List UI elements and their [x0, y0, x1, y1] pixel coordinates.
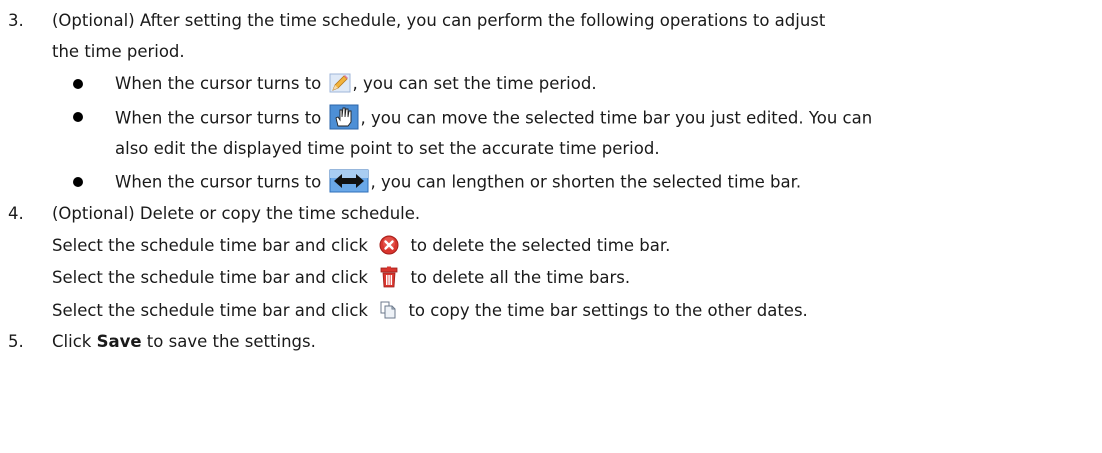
- step-text: (Optional) After setting the time schedu…: [52, 11, 826, 30]
- bullet-text: When the cursor turns to , you can lengt…: [115, 169, 802, 195]
- document-page: 3. (Optional) After setting the time sch…: [0, 0, 1102, 453]
- step-number: 5.: [8, 332, 24, 351]
- bullet-text-post: , you can set the time period.: [352, 74, 597, 93]
- bullet-dot: [73, 79, 83, 89]
- step-text: (Optional) Delete or copy the time sched…: [52, 204, 421, 223]
- bullet-text-pre: When the cursor turns to: [115, 108, 322, 128]
- copy-icon: [379, 300, 397, 320]
- pencil-icon: [329, 73, 351, 93]
- paragraph-text-pre: Select the schedule time bar and click: [52, 301, 368, 320]
- paragraph-text-pre: Select the schedule time bar and click: [52, 268, 368, 287]
- step-number: 4.: [8, 204, 24, 223]
- paragraph-text-post: to delete the selected time bar.: [410, 236, 671, 255]
- hand-move-icon: [329, 104, 359, 130]
- paragraph-text-post: to copy the time bar settings to the oth…: [408, 301, 808, 320]
- bullet-text-post: , you can lengthen or shorten the select…: [370, 172, 802, 192]
- paragraph-text-post: to delete all the time bars.: [410, 268, 631, 287]
- bullet-dot: [73, 177, 83, 187]
- step-text: Click Save to save the settings.: [52, 331, 316, 353]
- step-number: 3.: [8, 11, 24, 30]
- bullet-text: also edit the displayed time point to se…: [115, 139, 660, 158]
- paragraph-text: Select the schedule time bar and click t…: [52, 266, 631, 290]
- bullet-text-pre: When the cursor turns to: [115, 172, 322, 192]
- trash-icon: [379, 266, 399, 288]
- bullet-text-pre: When the cursor turns to: [115, 74, 322, 93]
- paragraph-text-pre: Select the schedule time bar and click: [52, 236, 368, 255]
- paragraph-text: Select the schedule time bar and click t…: [52, 300, 808, 322]
- bullet-text-post: , you can move the selected time bar you…: [360, 108, 873, 128]
- delete-circle-icon: [379, 235, 399, 255]
- step-text-pre: Click: [52, 332, 92, 351]
- bullet-dot: [73, 112, 83, 122]
- step-text: the time period.: [52, 42, 185, 61]
- save-term: Save: [96, 332, 142, 351]
- bullet-text: When the cursor turns to , you can set t…: [115, 73, 597, 95]
- step-text-post: to save the settings.: [146, 332, 316, 351]
- resize-arrows-icon: [329, 169, 369, 193]
- paragraph-text: Select the schedule time bar and click t…: [52, 235, 670, 257]
- bullet-text: When the cursor turns to , you can move …: [115, 104, 873, 132]
